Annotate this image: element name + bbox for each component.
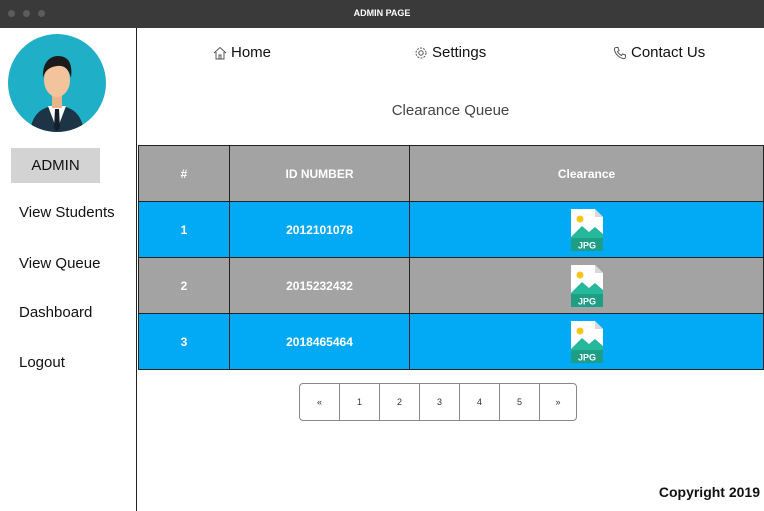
table-header-row: # ID NUMBER Clearance	[138, 145, 764, 202]
jpg-file-label: JPG	[577, 240, 595, 250]
jpg-file-icon[interactable]: JPG	[569, 263, 605, 309]
row-number: 3	[138, 313, 230, 370]
nav-contact-link[interactable]: Contact Us	[613, 44, 705, 61]
clearance-cell: JPG	[409, 313, 764, 370]
nav-settings-label: Settings	[432, 44, 487, 61]
nav-settings-link[interactable]: Settings	[414, 44, 486, 61]
pagination-page-4[interactable]: 4	[460, 384, 500, 420]
sidebar-item-dashboard[interactable]: Dashboard	[19, 304, 92, 321]
window-title: ADMIN PAGE	[353, 8, 411, 18]
pagination-prev-button[interactable]: «	[300, 384, 340, 420]
clearance-queue-table: # ID NUMBER Clearance 1 2012101078 JPG 2…	[138, 145, 764, 370]
copyright-text: Copyright 2019	[658, 484, 760, 500]
phone-icon	[613, 46, 627, 60]
home-icon	[213, 46, 227, 60]
sidebar-item-logout[interactable]: Logout	[19, 354, 65, 371]
row-number: 1	[138, 201, 230, 258]
table-row: 1 2012101078 JPG	[138, 201, 764, 258]
sidebar-item-view-queue[interactable]: View Queue	[19, 255, 100, 272]
nav-home-link[interactable]: Home	[213, 44, 271, 61]
admin-role-badge: ADMIN	[11, 148, 100, 183]
nav-home-label: Home	[231, 44, 272, 61]
table-row: 2 2015232432 JPG	[138, 257, 764, 314]
column-header-number: #	[138, 145, 230, 202]
pagination-next-button[interactable]: »	[540, 384, 576, 420]
row-number: 2	[138, 257, 230, 314]
row-id-number: 2015232432	[229, 257, 410, 314]
main-content: Home Settings Contact Us Clearance Queue…	[137, 28, 764, 511]
sidebar-item-view-students[interactable]: View Students	[19, 204, 115, 221]
pagination-page-5[interactable]: 5	[500, 384, 540, 420]
table-row: 3 2018465464 JPG	[138, 313, 764, 370]
pagination: « 1 2 3 4 5 »	[299, 383, 577, 421]
sidebar: ADMIN View Students View Queue Dashboard…	[0, 28, 137, 511]
window-titlebar: ADMIN PAGE	[0, 0, 764, 28]
jpg-file-icon[interactable]: JPG	[569, 207, 605, 253]
avatar-icon	[8, 34, 106, 132]
clearance-cell: JPG	[409, 201, 764, 258]
nav-contact-label: Contact Us	[631, 44, 706, 61]
column-header-id-number: ID NUMBER	[229, 145, 410, 202]
clearance-cell: JPG	[409, 257, 764, 314]
jpg-file-label: JPG	[577, 296, 595, 306]
row-id-number: 2018465464	[229, 313, 410, 370]
jpg-file-label: JPG	[577, 352, 595, 362]
pagination-page-2[interactable]: 2	[380, 384, 420, 420]
jpg-file-icon[interactable]: JPG	[569, 319, 605, 365]
page-title: Clearance Queue	[391, 102, 510, 119]
pagination-page-1[interactable]: 1	[340, 384, 380, 420]
pagination-page-3[interactable]: 3	[420, 384, 460, 420]
gear-icon	[414, 46, 428, 60]
column-header-clearance: Clearance	[409, 145, 764, 202]
row-id-number: 2012101078	[229, 201, 410, 258]
